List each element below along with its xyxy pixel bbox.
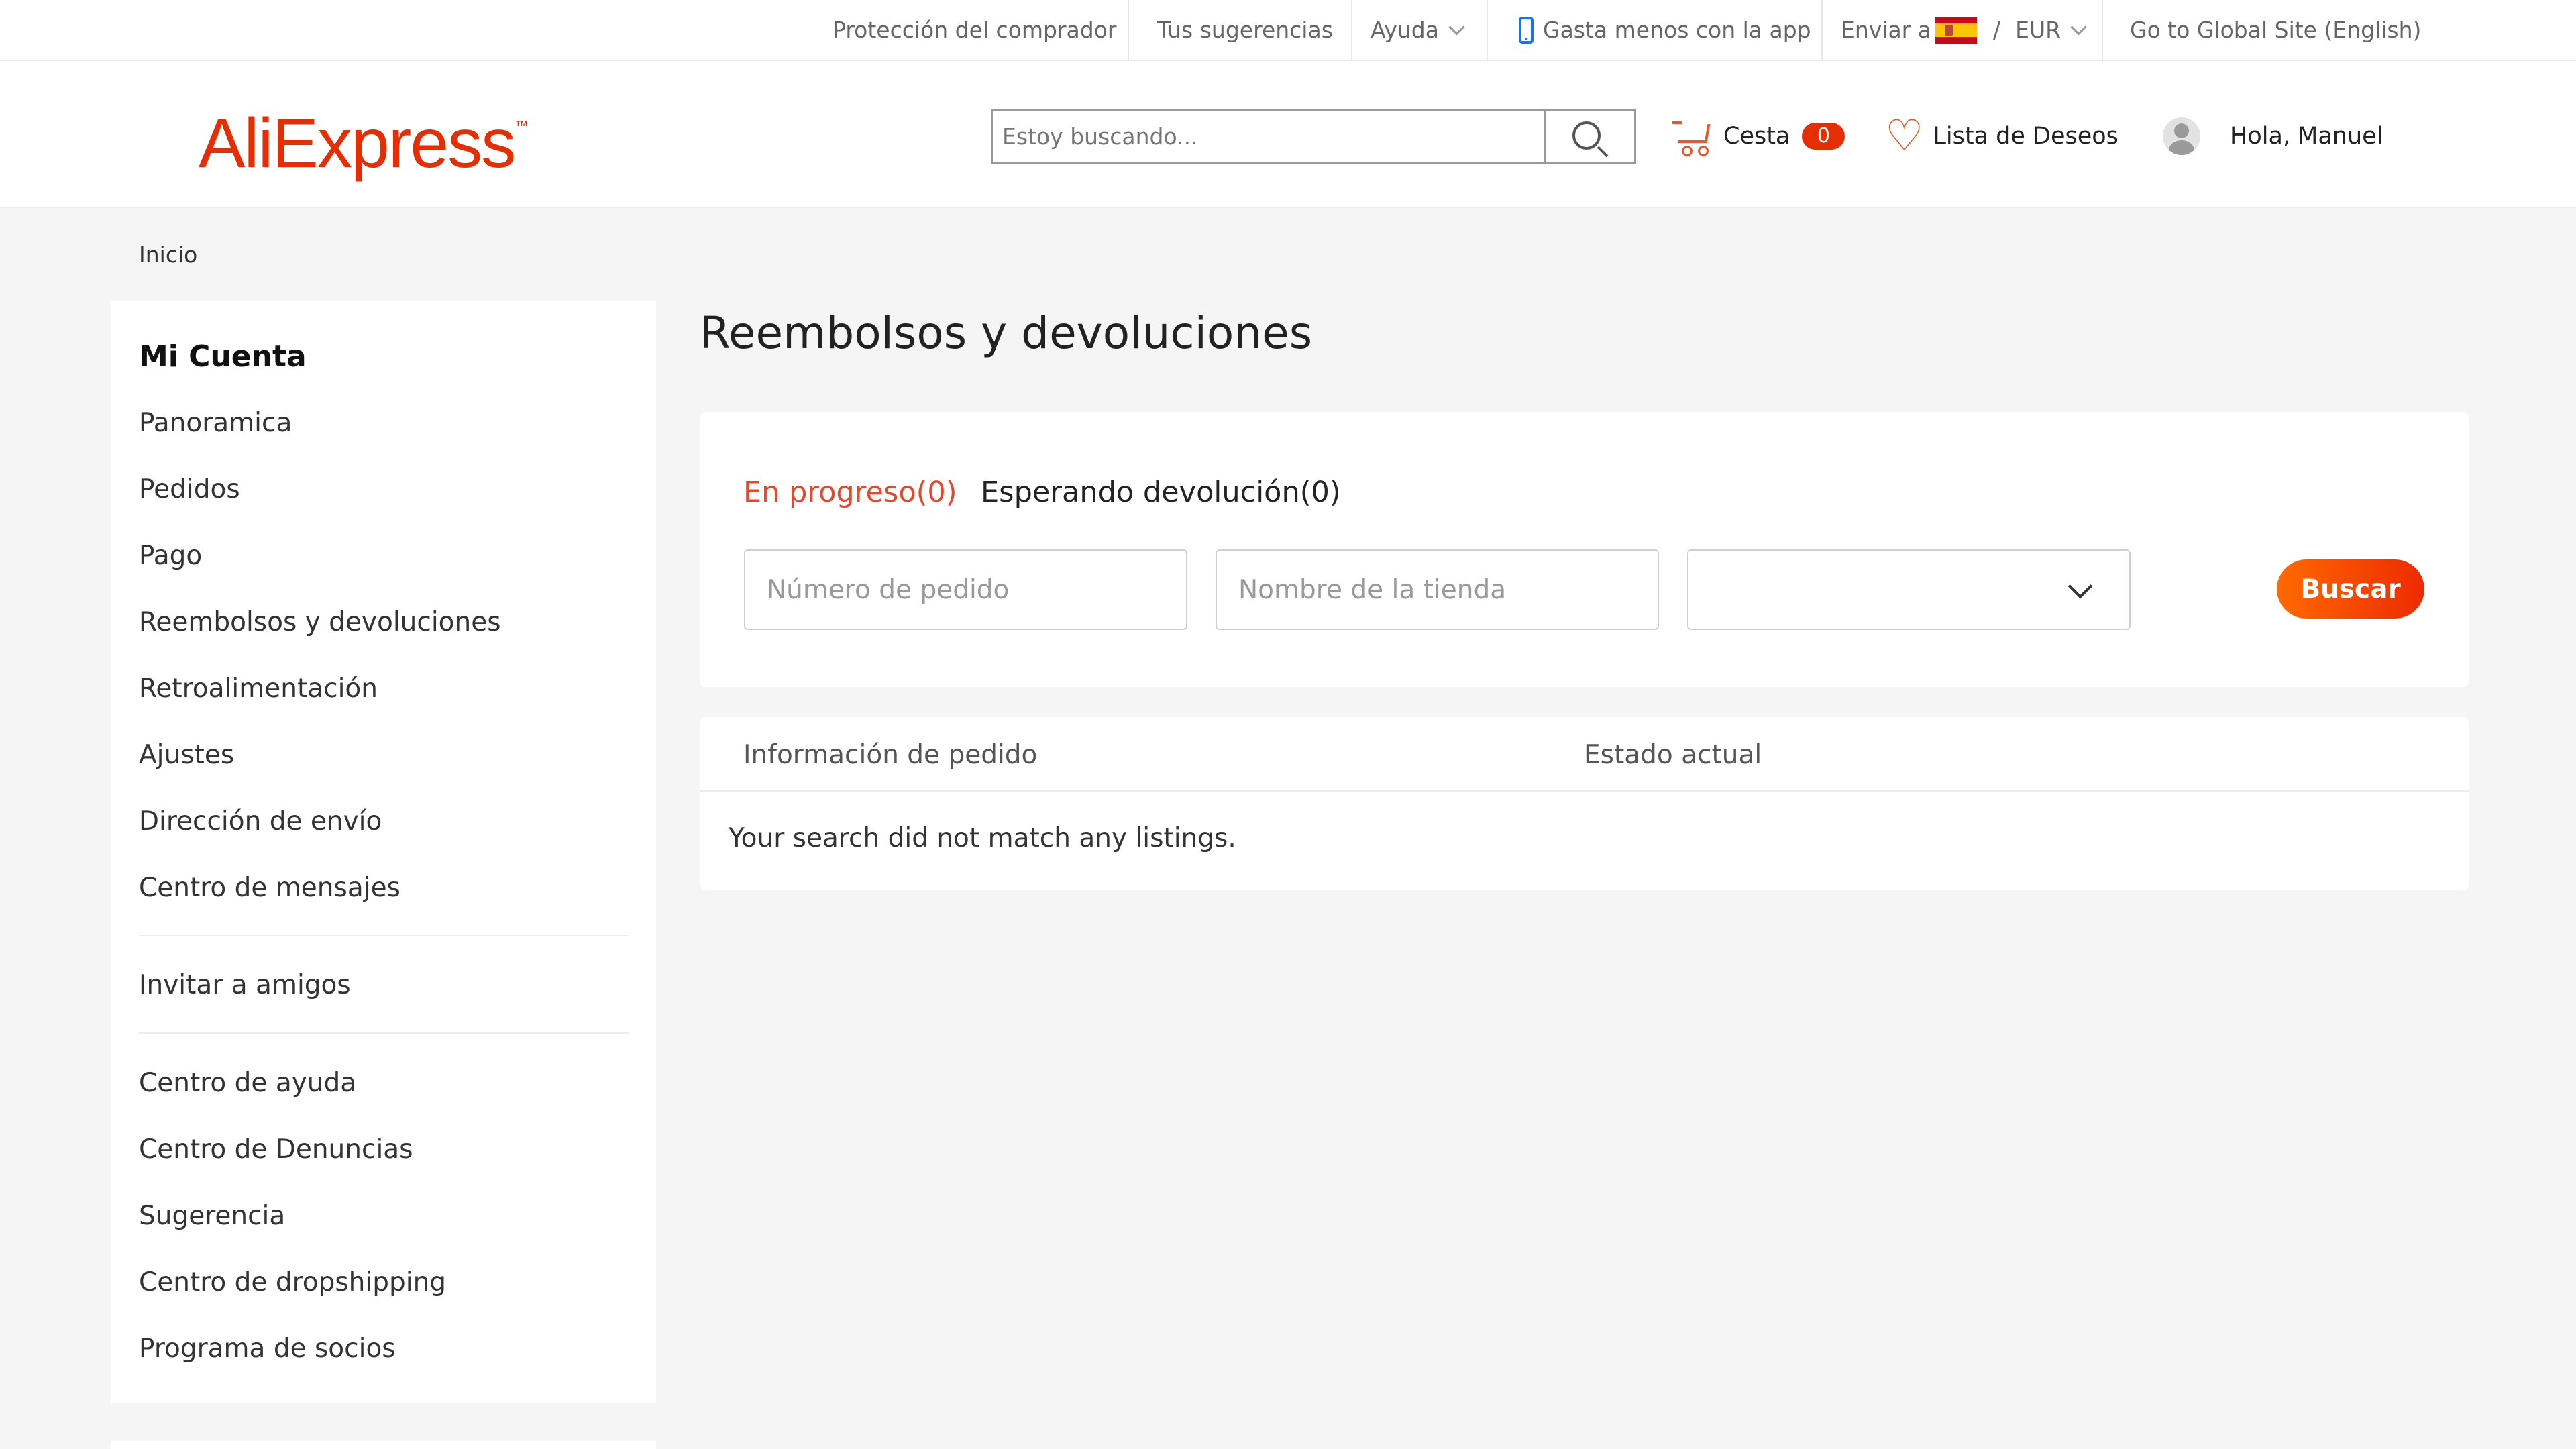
global-site-label: Go to Global Site (English) [2130,17,2422,43]
buyer-protection-link[interactable]: Protección del comprador [833,0,1116,60]
search-icon-handle [1597,146,1609,158]
chevron-down-icon [2068,574,2093,599]
page-title: Reembolsos y devoluciones [700,307,1313,359]
order-number-field [744,549,1187,630]
empty-results-message: Your search did not match any listings. [729,823,1236,853]
breadcrumb: Inicio [139,241,197,268]
store-name-field [1216,549,1659,630]
sidebar-item-payment[interactable]: Pago [139,541,202,571]
search-input[interactable] [993,111,1544,162]
app-promo-link[interactable]: Gasta menos con la app [1519,0,1811,60]
sidebar-item-shipping-address[interactable]: Dirección de envío [139,806,382,837]
suggestions-label: Tus sugerencias [1157,17,1333,43]
store-name-input[interactable] [1217,551,1658,629]
tab-awaiting-return[interactable]: Esperando devolución(0) [981,476,1341,509]
sidebar-item-affiliates[interactable]: Programa de socios [139,1334,396,1364]
sidebar-item-dropshipping[interactable]: Centro de dropshipping [139,1267,446,1297]
chevron-down-icon [2070,19,2087,36]
app-promo-label: Gasta menos con la app [1543,17,1811,43]
breadcrumb-home-link[interactable]: Inicio [139,241,197,268]
sidebar-item-suggestion[interactable]: Sugerencia [139,1201,285,1231]
help-label: Ayuda [1371,17,1439,43]
sidebar-item-settings[interactable]: Ajustes [139,740,234,770]
sidebar-next-panel [111,1441,656,1449]
heart-icon: ♡ [1885,111,1924,161]
divider [1821,0,1823,60]
table-header-divider [700,790,2469,792]
help-menu[interactable]: Ayuda [1371,0,1465,60]
tab-in-progress[interactable]: En progreso(0) [743,476,957,509]
search-icon [1572,121,1601,150]
sidebar-item-overview[interactable]: Panoramica [139,408,292,438]
divider [1128,0,1129,60]
cart-icon [1672,117,1711,156]
main-header: AliExpress™ Cesta 0 ♡ Lista de Deseos Ho… [0,61,2576,208]
sidebar-item-complaints[interactable]: Centro de Denuncias [139,1134,413,1165]
wishlist-link[interactable]: ♡ Lista de Deseos [1885,114,2118,158]
divider [1487,0,1488,60]
phone-icon [1519,16,1534,44]
sidebar-item-refunds[interactable]: Reembolsos y devoluciones [139,607,501,637]
sidebar-title: Mi Cuenta [139,339,307,374]
logo-text: AliExpress [199,105,516,182]
chevron-down-icon [1448,19,1465,36]
account-sidebar: Mi Cuenta Panoramica Pedidos Pago Reembo… [111,301,656,1403]
sidebar-divider [139,935,629,936]
status-select[interactable] [1687,549,2131,630]
ship-to-selector[interactable]: Enviar a / EUR [1841,0,2087,60]
filter-panel: En progreso(0) Esperando devolución(0) B… [700,412,2469,687]
results-table: Información de pedido Estado actual Your… [700,717,2469,890]
wishlist-label: Lista de Deseos [1933,123,2118,150]
divider [1351,0,1352,60]
sidebar-item-invite-friends[interactable]: Invitar a amigos [139,970,351,1000]
order-number-input[interactable] [745,551,1186,629]
search-bar [991,109,1636,164]
column-header-order-info: Información de pedido [743,740,1038,770]
cart-link[interactable]: Cesta 0 [1672,114,1845,158]
buyer-protection-label: Protección del comprador [833,17,1117,43]
search-submit-button[interactable]: Buscar [2277,559,2424,619]
sidebar-item-feedback[interactable]: Retroalimentación [139,674,378,704]
ship-to-label: Enviar a [1841,17,1931,43]
sidebar-item-messages[interactable]: Centro de mensajes [139,873,400,903]
currency-separator: / [1992,17,2001,43]
greeting-label: Hola, Manuel [2230,123,2383,150]
cart-label: Cesta [1723,123,1790,150]
search-button[interactable] [1544,111,1634,162]
top-utility-bar: Protección del comprador Tus sugerencias… [0,0,2576,61]
account-menu[interactable]: Hola, Manuel [2163,114,2383,158]
avatar [2163,117,2200,155]
sidebar-divider [139,1032,629,1034]
sidebar-item-help-center[interactable]: Centro de ayuda [139,1068,356,1098]
cart-count-badge: 0 [1802,123,1845,150]
column-header-status: Estado actual [1584,740,1762,770]
sidebar-item-orders[interactable]: Pedidos [139,474,240,504]
aliexpress-logo[interactable]: AliExpress™ [199,104,528,184]
spain-flag-icon [1935,16,1977,44]
currency-label: EUR [2015,17,2061,43]
global-site-link[interactable]: Go to Global Site (English) [2130,0,2421,60]
divider [2102,0,2103,60]
suggestions-link[interactable]: Tus sugerencias [1157,0,1333,60]
